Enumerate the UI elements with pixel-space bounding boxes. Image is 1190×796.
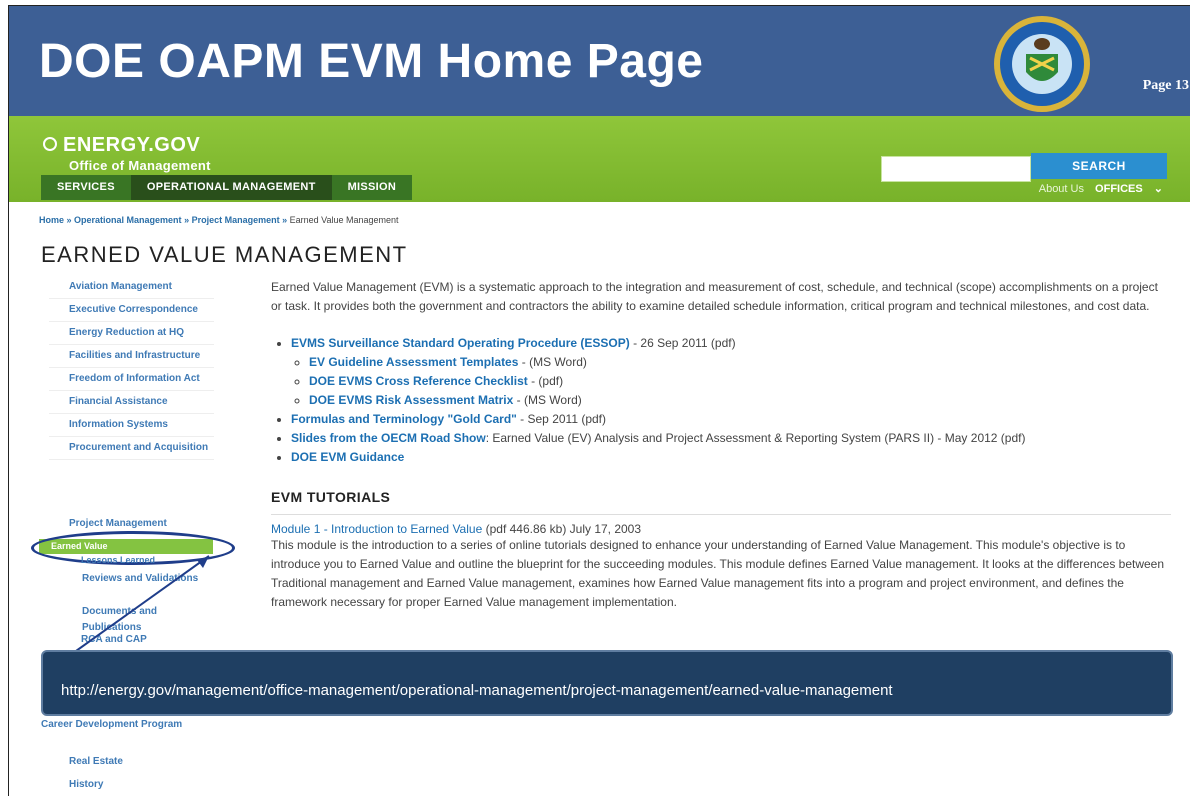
url-text: http://energy.gov/management/office-mana… (61, 682, 893, 699)
gold-card-link[interactable]: Formulas and Terminology "Gold Card" (291, 412, 517, 426)
energy-logo-icon (43, 136, 57, 151)
sidebar-item-career-development[interactable]: Career Development Program (41, 717, 201, 733)
list-item: EVMS Surveillance Standard Operating Pro… (291, 334, 1171, 410)
evm-guidance-link[interactable]: DOE EVM Guidance (291, 450, 404, 464)
module-1-meta: (pdf 446.86 kb) July 17, 2003 (485, 522, 642, 536)
link-meta: : Earned Value (EV) Analysis and Project… (485, 431, 1026, 445)
sub-links: EV Guideline Assessment Templates - (MS … (291, 353, 1171, 410)
nav-services[interactable]: SERVICES (41, 175, 131, 200)
page-number: Page 13 (1142, 78, 1189, 93)
list-item: DOE EVM Guidance (291, 448, 1171, 467)
intro-paragraph: Earned Value Management (EVM) is a syste… (271, 280, 1158, 313)
breadcrumb: Home » Operational Management » Project … (39, 215, 399, 225)
pointer-arrow (68, 555, 210, 657)
list-item: Formulas and Terminology "Gold Card" - S… (291, 410, 1171, 429)
divider (271, 514, 1171, 515)
search-button[interactable]: SEARCH (1031, 153, 1167, 179)
sidebar-item-aviation-management[interactable]: Aviation Management (49, 276, 214, 299)
breadcrumb-project-management[interactable]: Project Management (192, 215, 280, 225)
module-1-link[interactable]: Module 1 - Introduction to Earned Value (271, 522, 482, 536)
sidebar-item-energy-reduction[interactable]: Energy Reduction at HQ (49, 322, 214, 345)
slide-title-bar: DOE OAPM EVM Home Page Page 13 (9, 6, 1190, 116)
slide: DOE OAPM EVM Home Page Page 13 ENERGY.GO… (8, 5, 1190, 796)
link-meta: - (pdf) (527, 374, 564, 388)
sidebar-item-project-management[interactable]: Project Management (69, 518, 167, 529)
cross-reference-link[interactable]: DOE EVMS Cross Reference Checklist (309, 374, 528, 388)
url-banner: http://energy.gov/management/office-mana… (41, 650, 1173, 716)
road-show-link[interactable]: Slides from the OECM Road Show (291, 431, 486, 445)
nav-operational-management[interactable]: OPERATIONAL MANAGEMENT (130, 175, 332, 200)
nav-mission[interactable]: MISSION (332, 175, 413, 200)
sidebar-item-facilities[interactable]: Facilities and Infrastructure (49, 345, 214, 368)
breadcrumb-home[interactable]: Home (39, 215, 64, 225)
about-us-link[interactable]: About Us (1039, 183, 1084, 195)
utility-nav: About Us OFFICES ⌄ (1039, 182, 1163, 195)
site-header: ENERGY.GOV Office of Management SEARCH S… (9, 116, 1190, 202)
list-item: DOE EVMS Risk Assessment Matrix - (MS Wo… (309, 391, 1171, 410)
site-logo[interactable]: ENERGY.GOV (43, 134, 200, 157)
site-logo-text: ENERGY.GOV (63, 134, 201, 156)
breadcrumb-separator: » (64, 215, 75, 225)
essop-link[interactable]: EVMS Surveillance Standard Operating Pro… (291, 336, 630, 350)
sidebar-item-history[interactable]: History (69, 779, 103, 790)
office-title[interactable]: Office of Management (69, 158, 211, 173)
sidebar-item-foia[interactable]: Freedom of Information Act (49, 368, 214, 391)
ev-guideline-link[interactable]: EV Guideline Assessment Templates (309, 355, 518, 369)
list-item: EV Guideline Assessment Templates - (MS … (309, 353, 1171, 372)
link-meta: - Sep 2011 (pdf) (516, 412, 607, 426)
breadcrumb-separator: » (279, 215, 290, 225)
search-input[interactable] (881, 156, 1031, 182)
link-meta: - (MS Word) (513, 393, 582, 407)
main-nav: SERVICES OPERATIONAL MANAGEMENT MISSION (41, 175, 413, 200)
chevron-down-icon[interactable]: ⌄ (1154, 183, 1163, 195)
resource-links: EVMS Surveillance Standard Operating Pro… (271, 334, 1171, 467)
slide-title: DOE OAPM EVM Home Page (39, 35, 704, 88)
breadcrumb-separator: » (181, 215, 192, 225)
breadcrumb-current: Earned Value Management (289, 215, 399, 225)
sidebar-item-real-estate[interactable]: Real Estate (69, 756, 123, 767)
essop-meta: - 26 Sep 2011 (pdf) (629, 336, 736, 350)
module-1-description: This module is the introduction to a ser… (271, 538, 1165, 609)
list-item: DOE EVMS Cross Reference Checklist - (pd… (309, 372, 1171, 391)
offices-menu[interactable]: OFFICES (1095, 183, 1143, 195)
sidebar-item-financial-assistance[interactable]: Financial Assistance (49, 391, 214, 414)
page-title: EARNED VALUE MANAGEMENT (41, 242, 408, 267)
sidebar-item-information-systems[interactable]: Information Systems (49, 414, 214, 437)
list-item: Slides from the OECM Road Show: Earned V… (291, 429, 1171, 448)
sidebar-item-procurement[interactable]: Procurement and Acquisition (49, 437, 214, 460)
sidebar-item-executive-correspondence[interactable]: Executive Correspondence (49, 299, 214, 322)
risk-matrix-link[interactable]: DOE EVMS Risk Assessment Matrix (309, 393, 513, 407)
link-meta: - (MS Word) (518, 355, 587, 369)
tutorials-heading: EVM TUTORIALS (271, 489, 391, 505)
doe-seal-icon (994, 16, 1090, 112)
sidebar: Aviation Management Executive Correspond… (49, 276, 214, 460)
main-content: Earned Value Management (EVM) is a syste… (271, 278, 1171, 612)
breadcrumb-operational-management[interactable]: Operational Management (74, 215, 182, 225)
module-1-line: Module 1 - Introduction to Earned Value … (271, 522, 1171, 536)
